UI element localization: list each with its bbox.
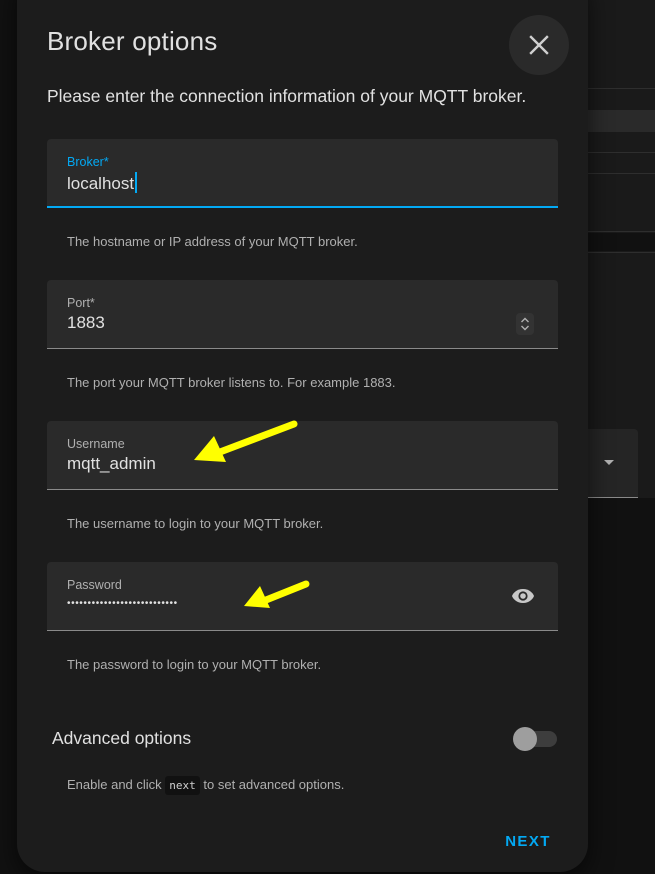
background-bar [588,233,655,251]
background-divider [588,252,655,253]
advanced-options-toggle[interactable] [513,726,559,752]
background-divider [588,231,655,232]
background-area [588,498,655,874]
annotation-arrow-icon [244,580,310,608]
dialog-description: Please enter the connection information … [47,86,527,106]
background-divider [588,173,655,174]
broker-label: Broker* [67,155,109,169]
chevron-up-down-icon [516,313,534,335]
username-field[interactable]: Username mqtt_admin [47,421,558,490]
text-caret [135,172,137,193]
advanced-options-helper: Enable and click next to set advanced op… [67,776,345,795]
advanced-options-label: Advanced options [52,728,192,748]
close-button[interactable] [509,15,569,75]
dialog-title: Broker options [47,26,218,56]
port-label: Port* [67,296,95,310]
background-bar [588,110,655,132]
password-helper: The password to login to your MQTT broke… [67,657,322,672]
password-label: Password [67,578,122,592]
annotation-arrow-icon [194,420,298,462]
password-input[interactable]: ••••••••••••••••••••••••••• [67,598,178,609]
dropdown-arrow-icon [604,460,614,465]
broker-input[interactable]: localhost [67,172,487,194]
port-field[interactable]: Port* 1883 [47,280,558,349]
close-icon [529,35,549,55]
advanced-helper-text: to set advanced options. [199,777,345,792]
port-helper: The port your MQTT broker listens to. Fo… [67,375,396,390]
background-divider [588,152,655,153]
toggle-thumb [513,727,537,751]
show-password-button[interactable] [509,583,537,609]
broker-field[interactable]: Broker* localhost [47,139,558,208]
username-helper: The username to login to your MQTT broke… [67,516,324,531]
next-button[interactable]: NEXT [496,824,560,858]
eye-icon [512,589,534,603]
background-select[interactable] [588,429,638,498]
next-code: next [165,776,200,795]
username-label: Username [67,437,125,451]
broker-value: localhost [67,174,135,193]
advanced-helper-text: Enable and click [67,777,166,792]
background-divider [588,88,655,89]
port-stepper[interactable] [515,312,535,336]
broker-helper: The hostname or IP address of your MQTT … [67,234,358,249]
port-input[interactable]: 1883 [67,313,487,335]
